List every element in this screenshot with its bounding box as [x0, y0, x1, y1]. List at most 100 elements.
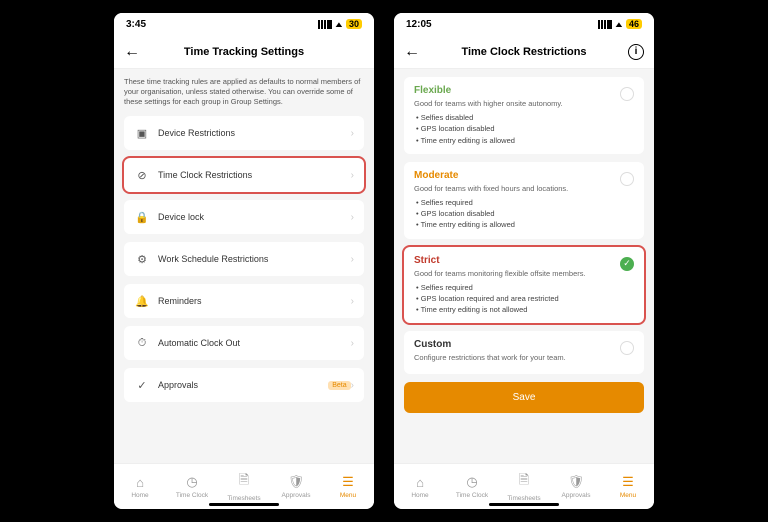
status-bar: 3:45 30	[114, 13, 374, 35]
chevron-right-icon: ›	[351, 170, 354, 181]
option-bullets: Selfies requiredGPS location disabledTim…	[414, 197, 634, 231]
wifi-icon	[615, 19, 623, 30]
option-bullets: Selfies disabledGPS location disabledTim…	[414, 112, 634, 146]
bullet: Selfies disabled	[416, 112, 634, 123]
chevron-right-icon: ›	[351, 212, 354, 223]
tab-label: Approvals	[562, 492, 591, 499]
approvals-icon: 🛡	[288, 474, 305, 490]
chevron-right-icon: ›	[351, 338, 354, 349]
info-button[interactable]: i	[628, 44, 644, 60]
tab-label: Home	[411, 492, 428, 499]
signal-icon	[598, 20, 612, 29]
tab-label: Home	[131, 492, 148, 499]
beta-badge: Beta	[328, 381, 350, 390]
settings-row-auto-clock[interactable]: ⏱Automatic Clock Out›	[124, 326, 364, 360]
row-label: Work Schedule Restrictions	[158, 254, 351, 264]
option-custom[interactable]: CustomConfigure restrictions that work f…	[404, 331, 644, 374]
home-indicator	[209, 503, 279, 506]
tab-home[interactable]: ⌂ Home	[114, 464, 166, 509]
home-icon: ⌂	[416, 475, 424, 490]
settings-row-bell[interactable]: 🔔 Reminders›	[124, 284, 364, 318]
header: ← Time Clock Restrictions i	[394, 35, 654, 69]
menu-icon: ☰	[622, 474, 634, 490]
timesheets-icon: 🗎	[519, 471, 529, 493]
settings-row-lock[interactable]: 🔒 Device lock›	[124, 200, 364, 234]
wifi-icon	[335, 19, 343, 30]
device-icon: ▣	[134, 125, 150, 141]
radio-moderate[interactable]	[620, 172, 634, 186]
tab-label: Menu	[340, 492, 356, 499]
option-title: Custom	[414, 339, 634, 350]
timeclock-icon: ◷	[466, 474, 477, 490]
chevron-right-icon: ›	[351, 254, 354, 265]
tab-label: Timesheets	[227, 495, 260, 502]
settings-description: These time tracking rules are applied as…	[124, 77, 364, 106]
tab-label: Time Clock	[176, 492, 208, 499]
tab-label: Timesheets	[507, 495, 540, 502]
tab-home[interactable]: ⌂ Home	[394, 464, 446, 509]
chevron-right-icon: ›	[351, 296, 354, 307]
page-title: Time Clock Restrictions	[394, 46, 654, 58]
timesheets-icon: 🗎	[239, 471, 249, 493]
settings-row-clock-restrict[interactable]: ⊘ Time Clock Restrictions›	[124, 158, 364, 192]
settings-row-approvals[interactable]: ✓ Approvals Beta›	[124, 368, 364, 402]
status-time: 3:45	[126, 19, 146, 30]
save-button[interactable]: Save	[404, 382, 644, 413]
option-title: Moderate	[414, 170, 634, 181]
chevron-right-icon: ›	[351, 380, 354, 391]
clock-restrict-icon: ⊘	[134, 167, 150, 183]
schedule-icon: ⚙	[134, 251, 150, 267]
bullet: Selfies required	[416, 282, 634, 293]
row-label: Device lock	[158, 212, 351, 222]
row-label: Approvals	[158, 380, 324, 390]
settings-row-schedule[interactable]: ⚙ Work Schedule Restrictions›	[124, 242, 364, 276]
option-subtitle: Good for teams monitoring flexible offsi…	[414, 269, 634, 278]
tab-menu[interactable]: ☰ Menu	[602, 464, 654, 509]
row-label: Device Restrictions	[158, 128, 351, 138]
home-indicator	[489, 503, 559, 506]
phone-settings: 3:45 30 ← Time Tracking Settings These t…	[114, 13, 374, 509]
status-bar: 12:05 46	[394, 13, 654, 35]
bullet: Time entry editing is not allowed	[416, 304, 634, 315]
option-subtitle: Good for teams with fixed hours and loca…	[414, 184, 634, 193]
approvals-icon: 🛡	[568, 474, 585, 490]
bullet: GPS location required and area restricte…	[416, 293, 634, 304]
status-right: 30	[318, 19, 362, 30]
content: Flexible Good for teams with higher onsit…	[394, 69, 654, 463]
tab-label: Approvals	[282, 492, 311, 499]
option-flexible[interactable]: Flexible Good for teams with higher onsit…	[404, 77, 644, 154]
option-moderate[interactable]: Moderate Good for teams with fixed hours …	[404, 162, 644, 239]
phone-restrictions: 12:05 46 ← Time Clock Restrictions i Fle…	[394, 13, 654, 509]
chevron-right-icon: ›	[351, 128, 354, 139]
battery-badge: 46	[626, 19, 642, 29]
status-right: 46	[598, 19, 642, 30]
row-label: Reminders	[158, 296, 351, 306]
back-button[interactable]: ←	[124, 43, 140, 61]
option-strict[interactable]: StrictGood for teams monitoring flexible…	[404, 247, 644, 324]
radio-flexible[interactable]	[620, 87, 634, 101]
back-button[interactable]: ←	[404, 43, 420, 61]
bell-icon: 🔔	[134, 293, 150, 309]
radio-strict[interactable]: ✓	[620, 257, 634, 271]
auto-clock-icon: ⏱	[134, 335, 150, 351]
menu-icon: ☰	[342, 474, 354, 490]
tab-label: Time Clock	[456, 492, 488, 499]
status-time: 12:05	[406, 19, 432, 30]
bullet: GPS location disabled	[416, 208, 634, 219]
option-title: Flexible	[414, 85, 634, 96]
tab-label: Menu	[620, 492, 636, 499]
bullet: GPS location disabled	[416, 123, 634, 134]
content: These time tracking rules are applied as…	[114, 69, 374, 463]
bullet: Time entry editing is allowed	[416, 219, 634, 230]
tab-menu[interactable]: ☰ Menu	[322, 464, 374, 509]
option-bullets: Selfies requiredGPS location required an…	[414, 282, 634, 316]
timeclock-icon: ◷	[186, 474, 197, 490]
lock-icon: 🔒	[134, 209, 150, 225]
bullet: Time entry editing is allowed	[416, 135, 634, 146]
approvals-icon: ✓	[134, 377, 150, 393]
row-label: Time Clock Restrictions	[158, 170, 351, 180]
option-subtitle: Good for teams with higher onsite autono…	[414, 99, 634, 108]
home-icon: ⌂	[136, 475, 144, 490]
settings-row-device[interactable]: ▣ Device Restrictions›	[124, 116, 364, 150]
signal-icon	[318, 20, 332, 29]
